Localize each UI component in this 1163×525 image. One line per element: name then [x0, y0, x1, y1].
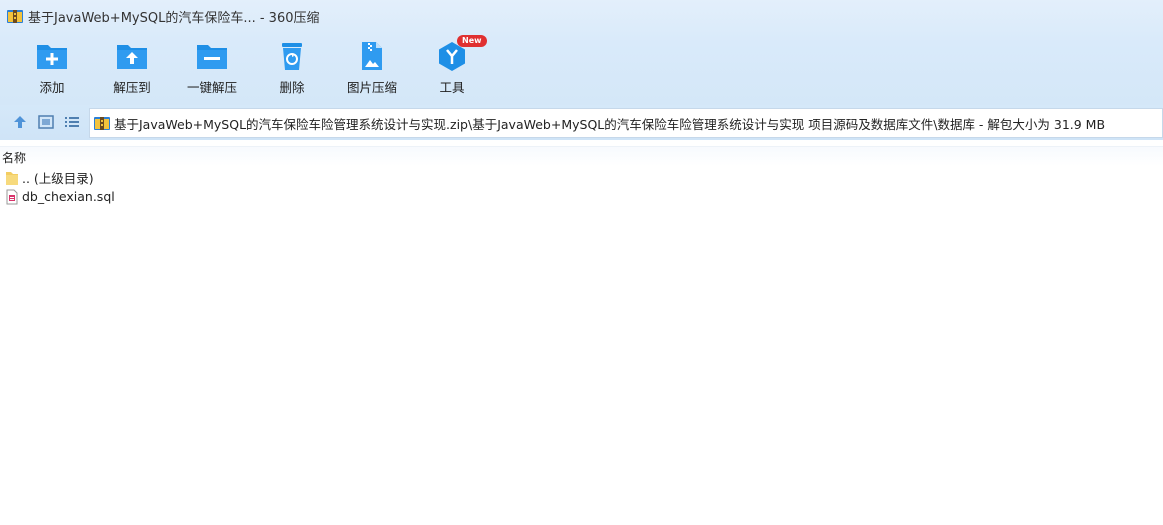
parent-dir-label: .. (上级目录): [22, 171, 94, 186]
address-path: 基于JavaWeb+MySQL的汽车保险车险管理系统设计与实现.zip\基于Ja…: [114, 116, 1106, 132]
image-compress-icon: [355, 40, 389, 72]
window-title: 基于JavaWeb+MySQL的汽车保险车... - 360压缩: [28, 10, 320, 26]
one-click-extract-icon: [195, 40, 229, 72]
column-header: 名称: [0, 146, 1163, 166]
column-name-header[interactable]: 名称: [2, 149, 26, 166]
list-item-sql-file[interactable]: db_chexian.sql: [0, 187, 1163, 206]
delete-button[interactable]: 删除: [252, 36, 332, 98]
navigation-bar: 基于JavaWeb+MySQL的汽车保险车险管理系统设计与实现.zip\基于Ja…: [0, 105, 1163, 140]
new-badge: New: [457, 35, 487, 47]
tools-label: 工具: [439, 80, 465, 95]
extract-to-icon: [115, 40, 149, 72]
tools-icon: New: [435, 35, 487, 72]
header-area: 基于JavaWeb+MySQL的汽车保险车... - 360压缩 添加 解压到 …: [0, 0, 1163, 105]
sql-file-icon: [5, 189, 19, 205]
delete-label: 删除: [279, 80, 305, 95]
thumbnail-view-icon[interactable]: [37, 113, 55, 131]
add-button[interactable]: 添加: [12, 36, 92, 98]
one-click-extract-button[interactable]: 一键解压: [172, 36, 252, 98]
archive-app-icon: [7, 8, 23, 24]
extract-to-button[interactable]: 解压到: [92, 36, 172, 98]
image-compress-button[interactable]: 图片压缩: [332, 36, 412, 98]
address-bar[interactable]: 基于JavaWeb+MySQL的汽车保险车险管理系统设计与实现.zip\基于Ja…: [89, 108, 1163, 138]
folder-icon: [5, 170, 19, 186]
file-list: .. (上级目录) db_chexian.sql: [0, 168, 1163, 206]
title-bar: 基于JavaWeb+MySQL的汽车保险车... - 360压缩: [0, 0, 1163, 32]
add-folder-icon: [35, 40, 69, 72]
up-arrow-icon[interactable]: [11, 113, 29, 131]
tools-button[interactable]: New 工具: [412, 35, 492, 98]
recycle-bin-icon: [275, 40, 309, 72]
add-label: 添加: [39, 80, 65, 95]
list-view-icon[interactable]: [63, 113, 81, 131]
archive-file-icon: [94, 115, 110, 131]
image-compress-label: 图片压缩: [346, 80, 397, 95]
extract-to-label: 解压到: [113, 80, 151, 95]
one-click-extract-label: 一键解压: [186, 80, 237, 95]
sql-file-label: db_chexian.sql: [22, 189, 115, 204]
list-item-parent-dir[interactable]: .. (上级目录): [0, 168, 1163, 187]
toolbar: 添加 解压到 一键解压 删除 图片压缩 New 工具: [0, 35, 1163, 100]
